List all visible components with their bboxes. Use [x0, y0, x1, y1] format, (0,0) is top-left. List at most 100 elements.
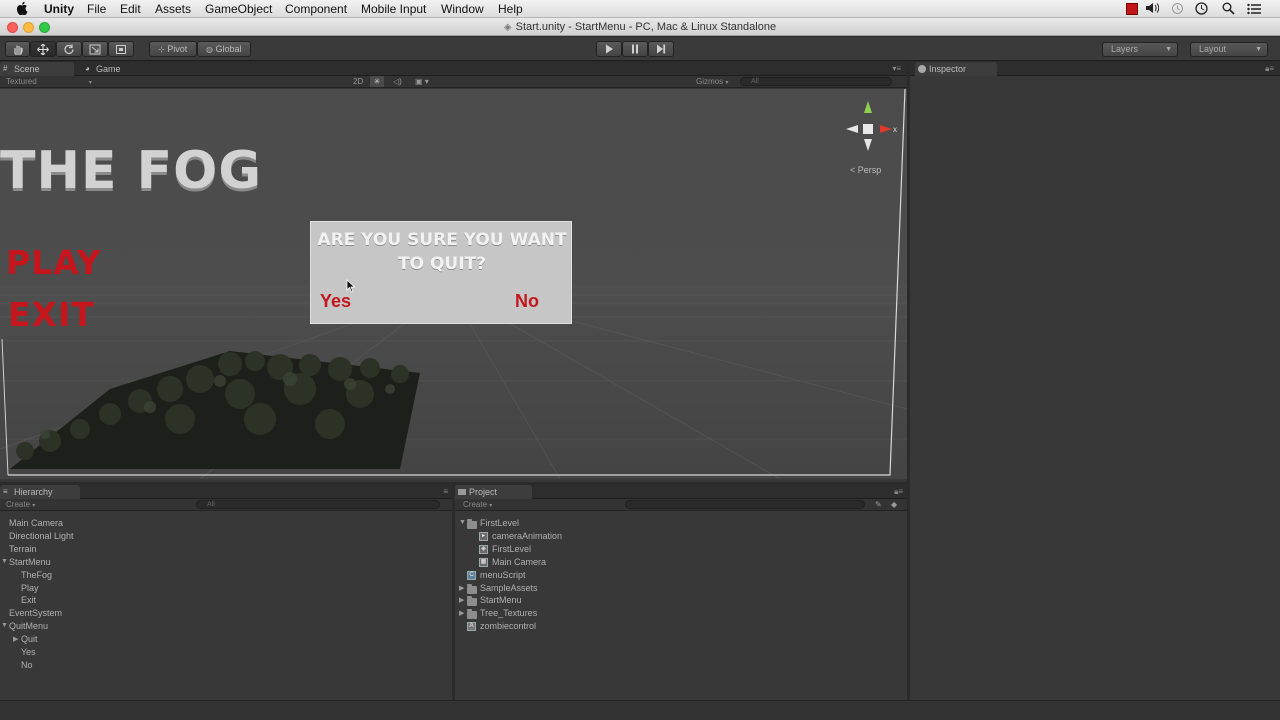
hierarchy-row[interactable]: Directional Light — [9, 531, 74, 541]
menu-component[interactable]: Component — [285, 2, 347, 16]
layout-dropdown[interactable]: Layout ▼ — [1190, 42, 1268, 57]
tab-hierarchy[interactable]: ≡ Hierarchy — [0, 485, 80, 499]
spotlight-search-icon[interactable] — [1222, 2, 1235, 18]
hierarchy-row[interactable]: Yes — [21, 647, 36, 657]
tab-project[interactable]: Project — [455, 485, 532, 499]
hierarchy-row[interactable]: ▶ Quit — [13, 634, 38, 645]
hierarchy-tree: Main Camera Directional Light Terrain ▼ Star… — [0, 517, 452, 700]
gizmos-label: Gizmos — [696, 77, 724, 86]
record-status-icon[interactable] — [1126, 3, 1138, 15]
time-machine-icon[interactable] — [1171, 2, 1184, 18]
play-button[interactable] — [596, 41, 622, 57]
hierarchy-row[interactable]: TheFog — [21, 570, 52, 580]
hierarchy-row[interactable]: Terrain — [9, 544, 37, 554]
pivot-icon: ⊹ — [158, 45, 165, 54]
project-search-input[interactable] — [625, 500, 865, 509]
filter-by-label-icon[interactable]: ◆ — [891, 499, 897, 511]
scene-search-placeholder: All — [751, 78, 759, 85]
hierarchy-row[interactable]: ▼ StartMenu — [1, 557, 51, 567]
hierarchy-row[interactable]: Main Camera — [9, 518, 63, 528]
inspector-tab-strip: Inspector 🔒︎≡ — [910, 62, 1280, 76]
menu-assets[interactable]: Assets — [155, 2, 191, 16]
project-panel: Project 🔒︎≡ Create ▾ ✎ ◆ ▼ FirstLevel ▸ cam… — [455, 485, 907, 700]
project-item[interactable]: zombiecontrol — [480, 621, 536, 631]
project-item[interactable]: Main Camera — [492, 557, 546, 567]
scene-search-input[interactable]: All — [740, 77, 892, 86]
menu-window[interactable]: Window — [441, 2, 484, 16]
scale-tool-button[interactable] — [82, 41, 108, 57]
panel-menu-icon[interactable]: ≡ — [443, 487, 448, 496]
yes-button[interactable]: Yes — [320, 291, 351, 312]
menu-edit[interactable]: Edit — [120, 2, 141, 16]
menu-file[interactable]: File — [87, 2, 106, 16]
audio-toggle-icon[interactable]: ◁) — [393, 76, 402, 88]
status-bar — [0, 700, 1280, 720]
exit-menu-text[interactable]: EXIT — [8, 295, 95, 334]
collapse-arrow-icon[interactable]: ▶ — [459, 609, 464, 617]
pivot-toggle-button[interactable]: ⊹ Pivot — [149, 41, 197, 57]
move-arrows-icon — [37, 44, 49, 55]
project-item[interactable]: menuScript — [480, 570, 526, 580]
rotate-tool-button[interactable] — [56, 41, 82, 57]
no-button[interactable]: No — [515, 291, 539, 312]
lock-icon[interactable]: 🔒︎≡ — [894, 487, 903, 497]
pivot-label: Pivot — [167, 44, 188, 54]
tab-inspector[interactable]: Inspector — [915, 62, 997, 76]
hierarchy-row[interactable]: Play — [21, 583, 39, 593]
menu-mobile-input[interactable]: Mobile Input — [361, 2, 426, 16]
tab-scene[interactable]: # Scene — [0, 62, 74, 76]
project-item[interactable]: SampleAssets — [480, 583, 538, 593]
rect-tool-button[interactable] — [108, 41, 134, 57]
gizmos-dropdown[interactable]: Gizmos ▾ — [696, 76, 728, 89]
create-label: Create — [6, 500, 31, 509]
expand-arrow-icon[interactable]: ▼ — [459, 519, 466, 526]
expand-arrow-icon[interactable]: ▼ — [1, 558, 8, 565]
folder-icon — [467, 519, 477, 529]
project-item[interactable]: cameraAnimation — [492, 531, 562, 541]
hierarchy-search-placeholder: All — [207, 501, 215, 508]
shading-mode-dropdown[interactable]: Textured ▾ — [6, 76, 92, 89]
apple-icon[interactable] — [16, 1, 28, 18]
hierarchy-row[interactable]: ▼ QuitMenu — [1, 621, 48, 631]
hierarchy-create-dropdown[interactable]: Create ▾ — [6, 499, 35, 512]
2d-toggle[interactable]: 2D — [353, 76, 363, 88]
lock-icon[interactable]: 🔒︎≡ — [1265, 64, 1274, 74]
hierarchy-row-label: Yes — [21, 647, 36, 657]
play-icon — [606, 44, 613, 54]
project-folder-icon — [458, 489, 466, 495]
move-tool-button[interactable] — [30, 41, 56, 57]
hierarchy-row[interactable]: Exit — [21, 595, 36, 605]
project-create-dropdown[interactable]: Create ▾ — [463, 499, 492, 512]
step-button[interactable] — [648, 41, 674, 57]
filter-by-type-icon[interactable]: ✎ — [875, 499, 882, 511]
notification-center-icon[interactable] — [1247, 3, 1261, 18]
hierarchy-row[interactable]: No — [21, 660, 33, 670]
play-menu-text[interactable]: PLAY — [6, 243, 102, 282]
collapse-arrow-icon[interactable]: ▶ — [459, 596, 464, 604]
pause-button[interactable] — [622, 41, 648, 57]
menu-gameobject[interactable]: GameObject — [205, 2, 272, 16]
layers-dropdown[interactable]: Layers ▼ — [1102, 42, 1178, 57]
lighting-sun-icon[interactable]: ✳ — [370, 76, 384, 87]
collapse-arrow-icon[interactable]: ▶ — [459, 584, 464, 592]
clock-icon[interactable] — [1195, 2, 1208, 18]
project-item[interactable]: FirstLevel — [492, 544, 531, 554]
hierarchy-row-label: Quit — [21, 634, 38, 645]
hand-tool-button[interactable] — [5, 41, 30, 57]
effects-image-icon[interactable]: ▣ ▾ — [415, 76, 429, 88]
collapse-arrow-icon[interactable]: ▶ — [13, 635, 18, 643]
scene-view[interactable]: x < Persp THE FOG PLAY EXIT ARE YOU SURE… — [0, 89, 907, 479]
hierarchy-search-input[interactable]: All — [196, 500, 440, 509]
projection-toggle[interactable]: < Persp — [850, 165, 881, 175]
panel-menu-icon[interactable]: ▾≡ — [892, 64, 901, 73]
tab-game[interactable]: ◕ Game — [82, 62, 142, 76]
project-item[interactable]: StartMenu — [480, 595, 522, 605]
volume-icon[interactable] — [1145, 2, 1160, 17]
hierarchy-row[interactable]: EventSystem — [9, 608, 62, 618]
project-item[interactable]: Tree_Textures — [480, 608, 537, 618]
menu-help[interactable]: Help — [498, 2, 523, 16]
menu-unity[interactable]: Unity — [44, 2, 74, 16]
global-toggle-button[interactable]: ◍ Global — [197, 41, 251, 57]
expand-arrow-icon[interactable]: ▼ — [1, 622, 8, 629]
project-item[interactable]: FirstLevel — [480, 518, 519, 528]
